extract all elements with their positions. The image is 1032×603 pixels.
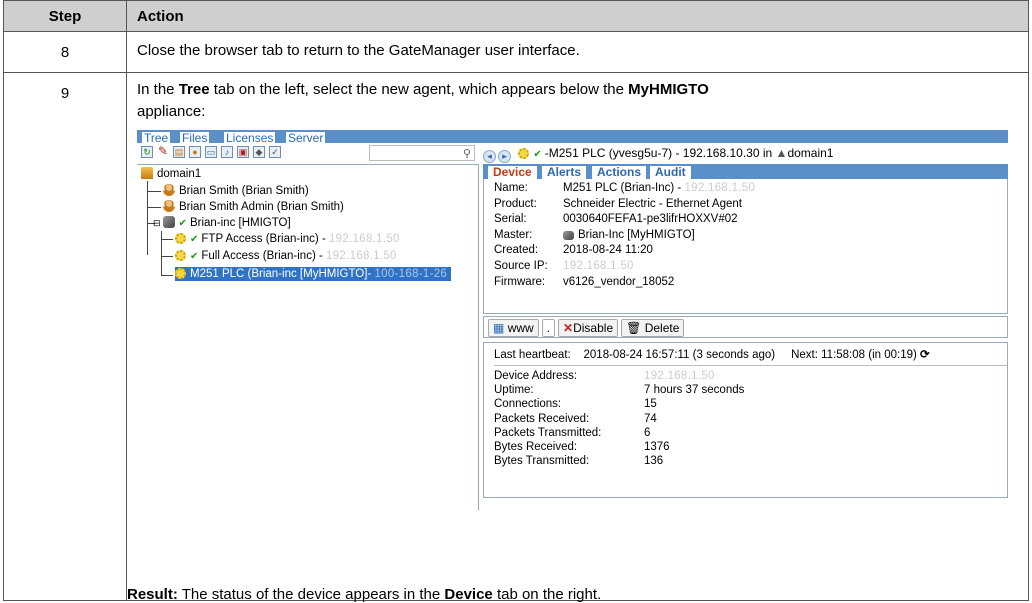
tab-audit[interactable]: Audit — [649, 165, 692, 179]
status-ok-icon: ✔ — [178, 218, 187, 229]
separator-button[interactable]: . — [541, 319, 556, 337]
pin-icon[interactable]: ✎ — [157, 145, 169, 158]
agent-gear-icon — [175, 268, 186, 279]
trash-icon: 🗑 — [626, 321, 642, 335]
step-number: 8 — [3, 31, 127, 73]
disable-button[interactable]: ✕Disable — [558, 319, 619, 337]
briefcase-icon[interactable]: ▣ — [237, 146, 249, 158]
tree-node-user[interactable]: Brian Smith (Brian Smith) — [163, 184, 309, 198]
tree-node-agent[interactable]: ✔ Full Access (Brian-inc) - 192.168.1.50 — [175, 249, 397, 263]
status-ok-icon: ✔ — [190, 251, 199, 262]
table-row: 9 In the Tree tab on the left, select th… — [3, 72, 1029, 603]
step-action: Close the browser tab to return to the G… — [126, 31, 1029, 73]
agent-gear-icon — [518, 148, 530, 159]
heartbeat-row: Last heartbeat: 2018-08-24 16:57:11 (3 s… — [494, 346, 1007, 366]
stat-row: Packets Transmitted: 6 — [494, 426, 651, 439]
step-number: 9 — [3, 72, 127, 601]
close-icon: ✕ — [563, 321, 574, 335]
result-text: Result: The status of the device appears… — [127, 586, 602, 603]
tree-search-input[interactable]: ⚲ — [369, 145, 475, 161]
tab-licenses[interactable]: Licenses — [223, 131, 277, 144]
step-action: In the Tree tab on the left, select the … — [126, 72, 1029, 603]
table-row: 8 Close the browser tab to return to the… — [3, 31, 1029, 73]
bell-icon[interactable]: ♪ — [221, 146, 233, 158]
tab-files[interactable]: Files — [179, 131, 211, 144]
stat-row: Packets Received: 74 — [494, 412, 657, 425]
device-pane: Device Alerts Actions Audit Name: M251 PL… — [483, 164, 1008, 510]
search-icon[interactable]: ⚲ — [463, 147, 471, 160]
device-title-bar: ◂ ▸ ✔ -M251 PLC (yvesg5u-7) - 192.168.10.3… — [483, 145, 1008, 163]
back-icon[interactable]: ◂ — [483, 150, 496, 163]
forward-icon[interactable]: ▸ — [498, 150, 511, 163]
device-status: Last heartbeat: 2018-08-24 16:57:11 (3 s… — [483, 342, 1008, 498]
appliance-icon — [563, 230, 574, 240]
tree-node-domain[interactable]: domain1 — [141, 167, 201, 181]
header-step: Step — [3, 0, 127, 32]
tree-pane: domain1 Brian Smith (Brian Smith) Brian … — [137, 164, 479, 510]
user-icon — [163, 184, 175, 196]
collapse-icon[interactable]: ⊟ — [153, 218, 161, 228]
wrench-icon[interactable]: ✓ — [269, 146, 281, 158]
device-actions: ▦ www. ✕Disable 🗑 Delete — [483, 316, 1008, 338]
agent-gear-icon — [175, 250, 186, 261]
tab-tree[interactable]: Tree — [141, 131, 172, 144]
delete-button[interactable]: 🗑 Delete — [621, 319, 685, 337]
device-tab-strip: Device Alerts Actions Audit — [483, 164, 1008, 179]
status-ok-icon: ✔ — [533, 149, 542, 160]
tab-server[interactable]: Server — [285, 131, 327, 144]
folder-tree-icon[interactable]: ▤ — [173, 146, 185, 158]
tab-alerts[interactable]: Alerts — [541, 165, 588, 179]
refresh-icon[interactable]: ⟳ — [920, 349, 930, 361]
stat-row: Uptime: 7 hours 37 seconds — [494, 384, 745, 397]
tree-node-agent-selected[interactable]: M251 PLC (Brian-inc [MyHMIGTO]- 100-168-… — [175, 267, 452, 281]
stat-row: Bytes Received: 1376 — [494, 440, 670, 453]
device-info: Name: M251 PLC (Brian-Inc) - 192.168.1.50… — [483, 179, 1008, 314]
domain-small-icon: ▲ — [775, 146, 788, 160]
appliance-icon — [162, 216, 175, 228]
agent-gear-icon — [175, 233, 186, 244]
user-icon[interactable]: ● — [189, 146, 201, 158]
gatemanager-screenshot: Tree Files Licenses Server ↻ ✎ ▤ ● ▭ ♪ ▣… — [137, 130, 1008, 510]
status-ok-icon: ✔ — [190, 234, 199, 245]
globe-icon: ▦ — [493, 321, 505, 335]
tree-node-agent[interactable]: ✔ FTP Access (Brian-inc) - 192.168.1.50 — [175, 232, 400, 246]
device-title-domain: domain1 — [787, 146, 834, 160]
device-stats: Device Address: 192.168.1.50 Uptime: 7 hour… — [494, 366, 1007, 468]
tree-node-user[interactable]: Brian Smith Admin (Brian Smith) — [163, 200, 344, 214]
stat-row: Connections: 15 — [494, 398, 657, 411]
device-title: -M251 PLC (yvesg5u-7) - 192.168.10.30 in — [544, 146, 773, 160]
user-icon — [163, 200, 175, 212]
steps-table: Step Action 8 Close the browser tab to r… — [3, 0, 1029, 603]
tree-node-appliance[interactable]: ⊟ ✔ Brian-inc [HMIGTO] — [153, 216, 291, 230]
stat-row: Device Address: 192.168.1.50 — [494, 370, 715, 382]
tab-device[interactable]: Device — [487, 165, 538, 179]
monitor-icon[interactable]: ▭ — [205, 146, 217, 158]
header-action: Action — [126, 0, 1029, 32]
tab-actions[interactable]: Actions — [591, 165, 648, 179]
domain-icon — [141, 167, 153, 179]
appliance-icon[interactable]: ◆ — [253, 146, 265, 158]
step-instruction: In the Tree tab on the left, select the … — [137, 81, 709, 120]
refresh-icon[interactable]: ↻ — [141, 146, 153, 158]
www-button[interactable]: ▦ www — [488, 319, 539, 337]
stat-row: Bytes Transmitted: 136 — [494, 455, 664, 468]
top-tab-strip: Tree Files Licenses Server — [137, 130, 1008, 144]
